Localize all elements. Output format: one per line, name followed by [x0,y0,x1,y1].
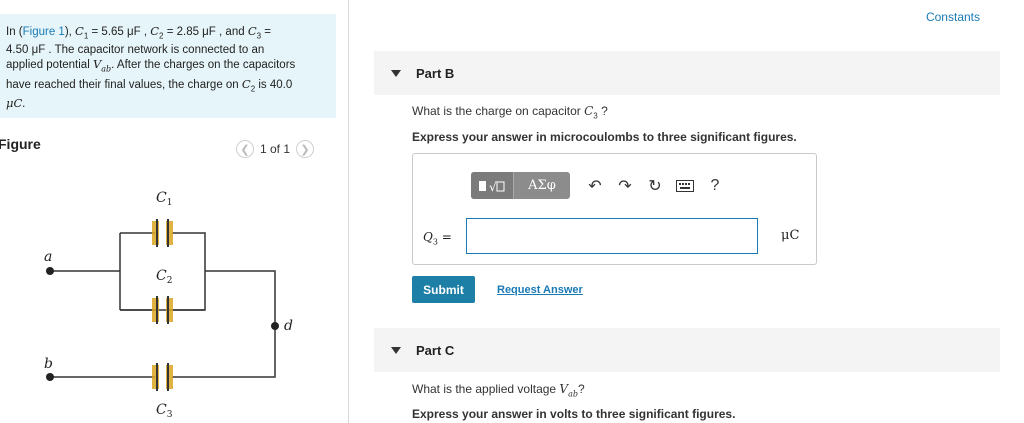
chevron-left-icon[interactable]: ❮ [236,140,254,158]
part-b-header[interactable]: Part B [374,51,1000,95]
left-panel: In (Figure 1), C1 = 5.65 μF , C2 = 2.85 … [0,0,349,423]
capacitor-c3 [152,363,173,391]
collapse-triangle-icon[interactable] [391,346,401,354]
node-d [271,322,279,330]
part-c-header[interactable]: Part C [374,328,1000,372]
answer-label: Q3 = [423,230,452,247]
label-c1: C1 [156,190,172,208]
keyboard-icon[interactable] [670,179,700,192]
figure-title: Figure [0,136,41,152]
part-b-instruction: Express your answer in microcoulombs to … [412,130,797,144]
figure-pager: ❮ 1 of 1 ❯ [236,140,315,158]
collapse-triangle-icon[interactable] [391,69,401,77]
capacitor-c1 [152,219,173,247]
answer-unit: μC [781,228,800,243]
redo-icon[interactable]: ↷ [610,176,640,196]
help-button[interactable]: ? [700,177,730,195]
svg-text:√: √ [489,180,497,194]
label-d: d [284,318,293,334]
greek-symbols-button[interactable]: ΑΣφ [514,172,570,199]
submit-button[interactable]: Submit [412,276,475,303]
chevron-right-icon[interactable]: ❯ [296,140,315,158]
answer-box: √ ΑΣφ ↶ ↷ ↻ ? Q3 = μC [412,153,817,265]
part-c-instruction: Express your answer in volts to three si… [412,407,736,421]
templates-icon[interactable]: √ [471,172,514,199]
right-panel: Constants Part B What is the charge on c… [349,0,1024,423]
constants-link[interactable]: Constants [926,10,980,24]
part-b-question: What is the charge on capacitor C3 ? [412,104,608,121]
circuit-diagram: C1 C2 C3 a b d [44,190,293,420]
math-toolbar: √ ΑΣφ ↶ ↷ ↻ ? [471,172,730,199]
figure-page-count: 1 of 1 [260,142,291,156]
node-b [46,373,54,381]
request-answer-link[interactable]: Request Answer [497,284,583,296]
reset-icon[interactable]: ↻ [640,176,670,196]
undo-icon[interactable]: ↶ [580,176,610,196]
answer-input[interactable] [466,218,758,254]
label-c2: C2 [156,268,172,286]
part-c-question: What is the applied voltage Vab? [412,382,585,399]
math-toolbar-main: √ ΑΣφ [471,172,570,199]
label-a: a [44,249,52,265]
circuit-wires [50,232,276,378]
problem-statement: In (Figure 1), C1 = 5.65 μF , C2 = 2.85 … [0,14,336,118]
node-a [46,267,54,275]
figure-link[interactable]: Figure 1 [23,26,65,38]
label-b: b [44,356,53,372]
label-c3: C3 [156,402,173,420]
